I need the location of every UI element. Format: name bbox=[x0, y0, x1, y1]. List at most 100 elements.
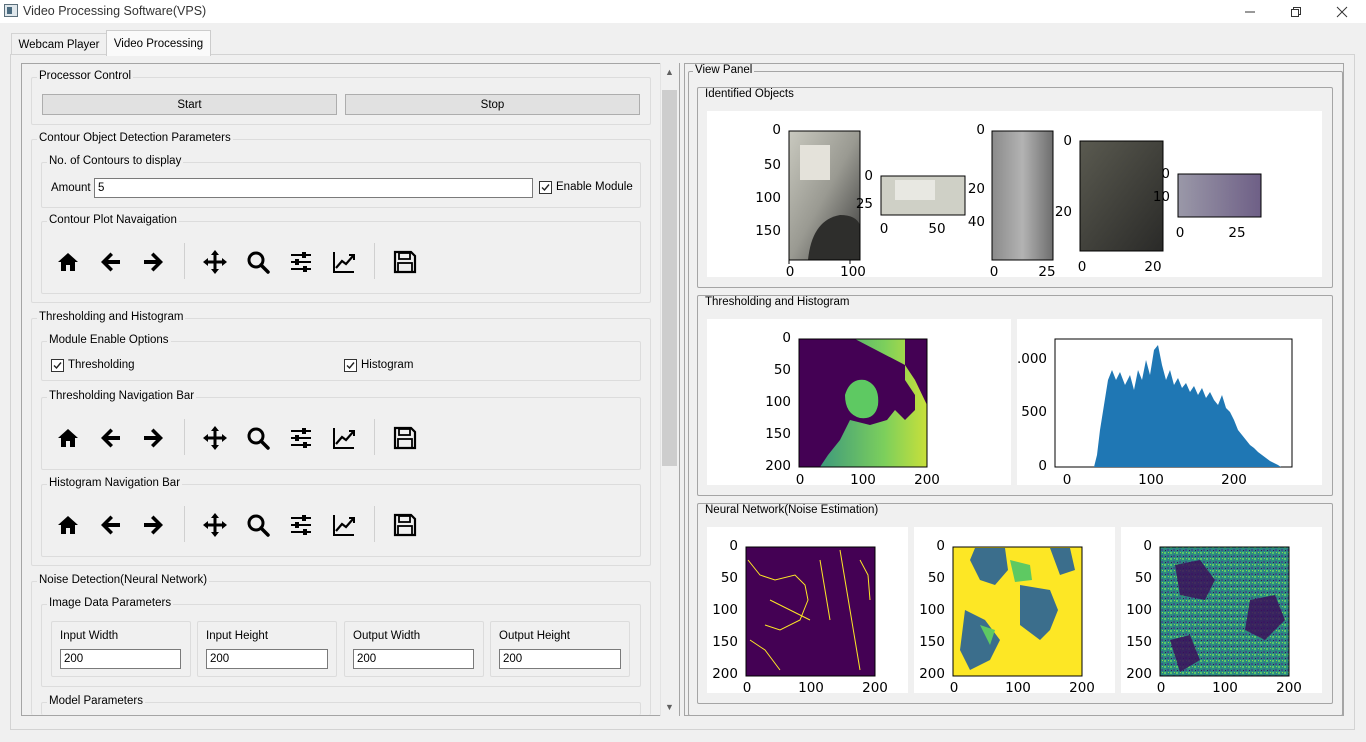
axis-tick-label: 0 bbox=[1161, 166, 1170, 182]
axis-tick-label: 0 bbox=[785, 264, 795, 280]
axis-tick-label: 0 bbox=[729, 538, 738, 554]
restore-button[interactable] bbox=[1273, 0, 1319, 23]
input-height-label: Input Height bbox=[206, 630, 269, 642]
zoom-icon[interactable] bbox=[245, 512, 271, 538]
axis-tick-label: 200 bbox=[862, 680, 888, 696]
axis-tick-label: 0 bbox=[976, 122, 985, 138]
stop-button[interactable]: Stop bbox=[345, 94, 640, 115]
axis-tick-label: 20 bbox=[1054, 204, 1072, 220]
output-height-field[interactable]: 200 bbox=[499, 649, 621, 669]
axis-tick-label: 0 bbox=[1143, 538, 1152, 554]
zoom-icon[interactable] bbox=[245, 249, 271, 275]
enable-module-label: Enable Module bbox=[556, 181, 633, 193]
axis-tick-label: 25 bbox=[1038, 264, 1056, 280]
edit-axis-icon[interactable] bbox=[331, 249, 357, 275]
identified-objects-title: Identified Objects bbox=[703, 88, 796, 100]
home-icon[interactable] bbox=[55, 425, 81, 451]
neural-view-title: Neural Network(Noise Estimation) bbox=[703, 504, 881, 516]
toolbar-separator bbox=[374, 506, 375, 542]
axis-tick-label: 50 bbox=[1134, 570, 1152, 586]
axis-tick-label: 20 bbox=[1144, 259, 1162, 275]
identified-objects-canvas[interactable] bbox=[707, 111, 1322, 277]
thresh-nav-title: Thresholding Navigation Bar bbox=[47, 390, 197, 402]
back-arrow-icon[interactable] bbox=[98, 249, 124, 275]
axis-tick-label: 100 bbox=[1005, 680, 1031, 696]
thresh-nav-toolbar bbox=[55, 419, 425, 457]
contour-params-title: Contour Object Detection Parameters bbox=[37, 132, 233, 144]
model-params-title: Model Parameters bbox=[47, 695, 145, 707]
enable-module-checkbox[interactable] bbox=[539, 181, 552, 194]
axis-tick-label: 100 bbox=[1126, 602, 1152, 618]
axis-tick-label: 0 bbox=[1156, 680, 1166, 696]
back-arrow-icon[interactable] bbox=[98, 512, 124, 538]
minimize-icon bbox=[1245, 11, 1255, 12]
save-icon[interactable] bbox=[392, 249, 418, 275]
axis-tick-label: 500 bbox=[1021, 404, 1047, 420]
thresholding-checkbox[interactable] bbox=[51, 359, 64, 372]
axis-tick-label: 50 bbox=[720, 570, 738, 586]
output-width-field[interactable]: 200 bbox=[353, 649, 474, 669]
edit-axis-icon[interactable] bbox=[331, 425, 357, 451]
tab-video-processing[interactable]: Video Processing bbox=[106, 30, 211, 56]
axis-tick-label: 200 bbox=[914, 472, 940, 488]
start-button[interactable]: Start bbox=[42, 94, 337, 115]
close-icon bbox=[1336, 6, 1348, 17]
scroll-down-icon[interactable]: ▼ bbox=[660, 699, 679, 715]
thresholding-canvas[interactable] bbox=[707, 319, 1011, 485]
restore-icon bbox=[1291, 6, 1301, 17]
zoom-icon[interactable] bbox=[245, 425, 271, 451]
minimize-button[interactable] bbox=[1227, 0, 1273, 23]
axis-tick-label: 200 bbox=[1221, 472, 1247, 488]
edit-axis-icon[interactable] bbox=[331, 512, 357, 538]
axis-tick-label: 0 bbox=[949, 680, 959, 696]
axis-tick-label: 25 bbox=[1228, 225, 1246, 241]
pan-icon[interactable] bbox=[202, 425, 228, 451]
axis-tick-label: 0 bbox=[1077, 259, 1087, 275]
app-icon bbox=[4, 4, 18, 17]
configure-subplots-icon[interactable] bbox=[288, 512, 314, 538]
axis-tick-label: 100 bbox=[755, 190, 781, 206]
scroll-up-icon[interactable]: ▲ bbox=[660, 64, 679, 80]
tab-webcam-player[interactable]: Webcam Player bbox=[11, 33, 107, 55]
save-icon[interactable] bbox=[392, 425, 418, 451]
axis-tick-label: 200 bbox=[1126, 666, 1152, 682]
axis-tick-label: 0 bbox=[742, 680, 752, 696]
input-width-field[interactable]: 200 bbox=[60, 649, 181, 669]
axis-tick-label: 0 bbox=[936, 538, 945, 554]
axis-tick-label: 150 bbox=[1126, 634, 1152, 650]
axis-tick-label: 50 bbox=[928, 221, 946, 237]
pan-icon[interactable] bbox=[202, 249, 228, 275]
home-icon[interactable] bbox=[55, 249, 81, 275]
forward-arrow-icon[interactable] bbox=[140, 425, 166, 451]
home-icon[interactable] bbox=[55, 512, 81, 538]
pan-icon[interactable] bbox=[202, 512, 228, 538]
axis-tick-label: 150 bbox=[765, 426, 791, 442]
amount-input[interactable]: 5 bbox=[94, 178, 533, 198]
window-title: Video Processing Software(VPS) bbox=[23, 4, 207, 18]
axis-tick-label: 100 bbox=[712, 602, 738, 618]
configure-subplots-icon[interactable] bbox=[288, 249, 314, 275]
configure-subplots-icon[interactable] bbox=[288, 425, 314, 451]
tab-bar: Webcam Player Video Processing bbox=[0, 23, 1366, 56]
input-height-field[interactable]: 200 bbox=[206, 649, 328, 669]
save-icon[interactable] bbox=[392, 512, 418, 538]
toolbar-separator bbox=[184, 419, 185, 455]
axis-tick-label: 200 bbox=[1276, 680, 1302, 696]
toolbar-separator bbox=[184, 243, 185, 279]
histogram-canvas[interactable] bbox=[1017, 319, 1322, 485]
axis-tick-label: 100 bbox=[850, 472, 876, 488]
forward-arrow-icon[interactable] bbox=[140, 249, 166, 275]
close-button[interactable] bbox=[1319, 0, 1365, 23]
axis-tick-label: 0 bbox=[772, 122, 781, 138]
axis-tick-label: 50 bbox=[763, 157, 781, 173]
axis-tick-label: 0 bbox=[989, 264, 999, 280]
axis-tick-label: 150 bbox=[755, 223, 781, 239]
title-bar: Video Processing Software(VPS) bbox=[0, 0, 1366, 23]
hist-nav-title: Histogram Navigation Bar bbox=[47, 477, 183, 489]
hist-nav-toolbar bbox=[55, 506, 425, 544]
histogram-checkbox[interactable] bbox=[344, 359, 357, 372]
back-arrow-icon[interactable] bbox=[98, 425, 124, 451]
forward-arrow-icon[interactable] bbox=[140, 512, 166, 538]
toolbar-separator bbox=[374, 419, 375, 455]
scrollbar-thumb[interactable] bbox=[662, 90, 677, 466]
